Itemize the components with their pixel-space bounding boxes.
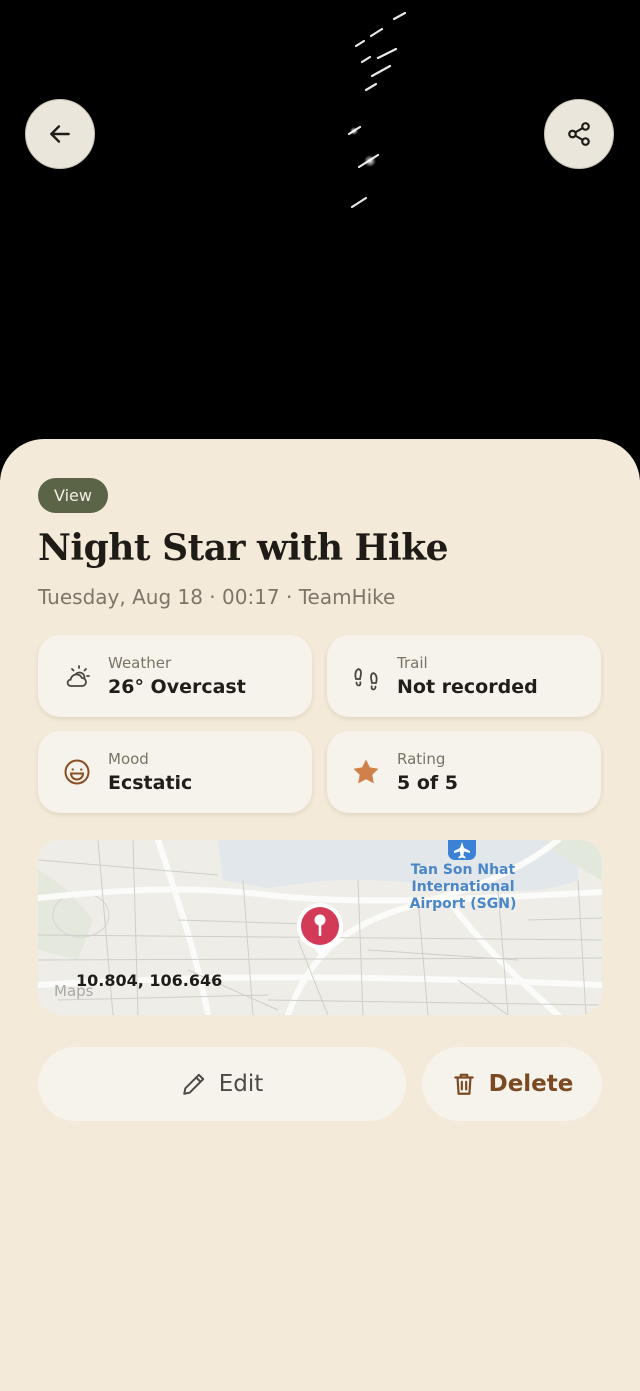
mood-value: Ecstatic [108,772,193,794]
trail-label: Trail [397,654,428,672]
rating-value: 5 of 5 [397,772,458,794]
weather-value: 26° Overcast [108,676,246,698]
mode-chip: View [38,478,108,513]
weather-label: Weather [108,654,172,672]
share-button[interactable] [544,99,614,169]
cloud-sun-icon [66,665,90,687]
map-pin-icon [297,903,343,956]
entry-subtitle: Tuesday, Aug 18 · 00:17 · TeamHike [38,585,396,609]
smile-icon [64,759,90,785]
poi-label: Tan Son Nhat International Airport (SGN) [409,862,517,912]
map-coordinates: 10.804, 106.646 [76,971,223,990]
trail-value: Not recorded [397,676,538,698]
footprints-icon [354,668,378,691]
back-button[interactable] [25,99,95,169]
share-icon [568,122,590,146]
delete-label: Delete [488,1071,574,1097]
edit-label: Edit [218,1071,264,1097]
trash-icon [453,1073,474,1095]
pencil-icon [182,1073,204,1095]
mood-label: Mood [108,750,149,768]
hero-photo [0,0,640,480]
entry-title: Night Star with Hike [38,527,449,569]
location-map[interactable]: Tan Son Nhat International Airport (SGN)… [38,840,602,1015]
detail-sheet: View Night Star with Hike Tuesday, Aug 1… [0,439,640,1391]
weather-card: Weather 26° Overcast [38,635,312,717]
rating-card: Rating 5 of 5 [327,731,601,813]
edit-button[interactable]: Edit [38,1047,406,1121]
star-trails-image [347,11,407,209]
delete-button[interactable]: Delete [422,1047,602,1121]
mood-card: Mood Ecstatic [38,731,312,813]
star-icon [353,759,379,784]
rating-label: Rating [397,750,446,768]
trail-card: Trail Not recorded [327,635,601,717]
arrow-left-icon [50,125,70,143]
